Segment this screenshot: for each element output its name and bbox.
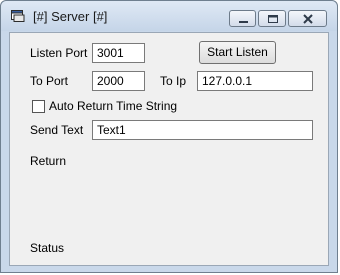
to-port-label: To Port (30, 74, 69, 88)
close-icon (303, 14, 313, 24)
window-title: [#] Server [#] (33, 9, 108, 24)
start-listen-button[interactable]: Start Listen (199, 41, 276, 64)
auto-return-checkbox[interactable] (32, 100, 45, 113)
to-port-input[interactable]: 2000 (92, 71, 145, 91)
send-text-label: Send Text (30, 123, 84, 137)
close-button[interactable] (288, 10, 327, 27)
status-label: Status (30, 241, 65, 255)
form-client-area: Listen Port 3001 Start Listen To Port 20… (9, 32, 329, 266)
to-ip-input[interactable]: 127.0.0.1 (197, 71, 313, 91)
maximize-button[interactable] (258, 10, 286, 27)
listen-port-input[interactable]: 3001 (92, 43, 145, 63)
maximize-icon (268, 15, 278, 23)
return-label: Return (30, 154, 67, 168)
minimize-icon (239, 21, 248, 23)
title-bar[interactable]: [#] Server [#] (1, 1, 337, 31)
minimize-button[interactable] (229, 10, 256, 27)
window-app-icon (11, 10, 25, 22)
listen-port-label: Listen Port (30, 46, 88, 60)
auto-return-label[interactable]: Auto Return Time String (49, 99, 177, 113)
server-window: [#] Server [#] Listen Port 3001 Start Li… (0, 0, 338, 273)
send-text-input[interactable]: Text1 (92, 120, 313, 140)
to-ip-label: To Ip (160, 74, 187, 88)
